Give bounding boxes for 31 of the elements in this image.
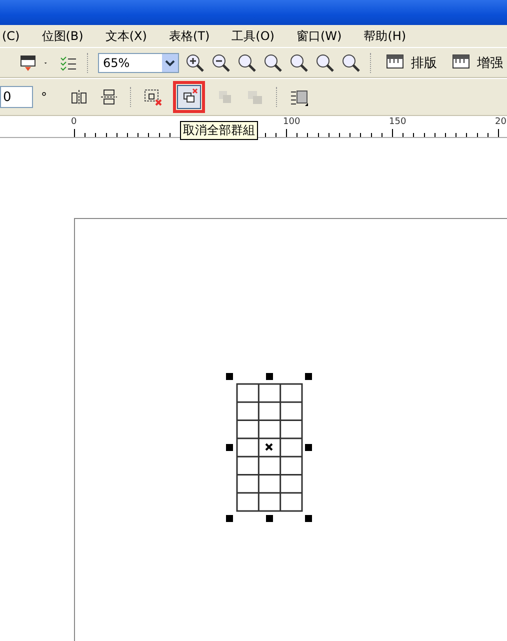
menu-item[interactable]: 表格(T) <box>168 28 210 44</box>
menu-item[interactable]: 位图(B) <box>42 28 84 44</box>
table-drawing[interactable] <box>236 383 303 512</box>
mirror-h-icon <box>69 87 89 107</box>
enhance-button[interactable]: 增强 <box>447 52 507 72</box>
menu-item[interactable]: 窗口(W) <box>296 28 342 44</box>
degree-label: ° <box>41 90 47 104</box>
zoom-icon[interactable] <box>185 52 206 72</box>
menu-item[interactable]: 工具(O) <box>232 28 274 44</box>
ruler-label: 0 <box>71 117 77 127</box>
zoom-icon[interactable] <box>315 52 336 72</box>
zoom-icon[interactable] <box>237 52 258 72</box>
zoom-icon[interactable] <box>263 52 284 72</box>
ungroup-icon <box>143 87 163 107</box>
menu-item[interactable]: (C) <box>2 29 20 43</box>
angle-field[interactable]: 0 <box>0 86 33 108</box>
tooltip: 取消全部群組 <box>180 121 258 140</box>
zoom-icon[interactable] <box>211 52 232 72</box>
mirror-v-icon <box>99 87 119 107</box>
ruler-label: 150 <box>389 117 406 127</box>
ruler-label: 20 <box>495 117 506 127</box>
menu-item[interactable]: 帮助(H) <box>364 28 406 44</box>
menu-item[interactable]: 文本(X) <box>105 28 147 44</box>
zoom-icon[interactable] <box>341 52 362 72</box>
ruler-label: 100 <box>283 117 300 127</box>
printer-icon[interactable] <box>18 52 38 72</box>
zoom-dropdown[interactable]: 65% <box>98 52 180 72</box>
layout-button[interactable]: 排版 <box>381 52 442 72</box>
zoom-icon[interactable] <box>289 52 310 72</box>
selection-handles[interactable] <box>226 373 312 522</box>
chevron-down-icon[interactable] <box>165 58 176 66</box>
